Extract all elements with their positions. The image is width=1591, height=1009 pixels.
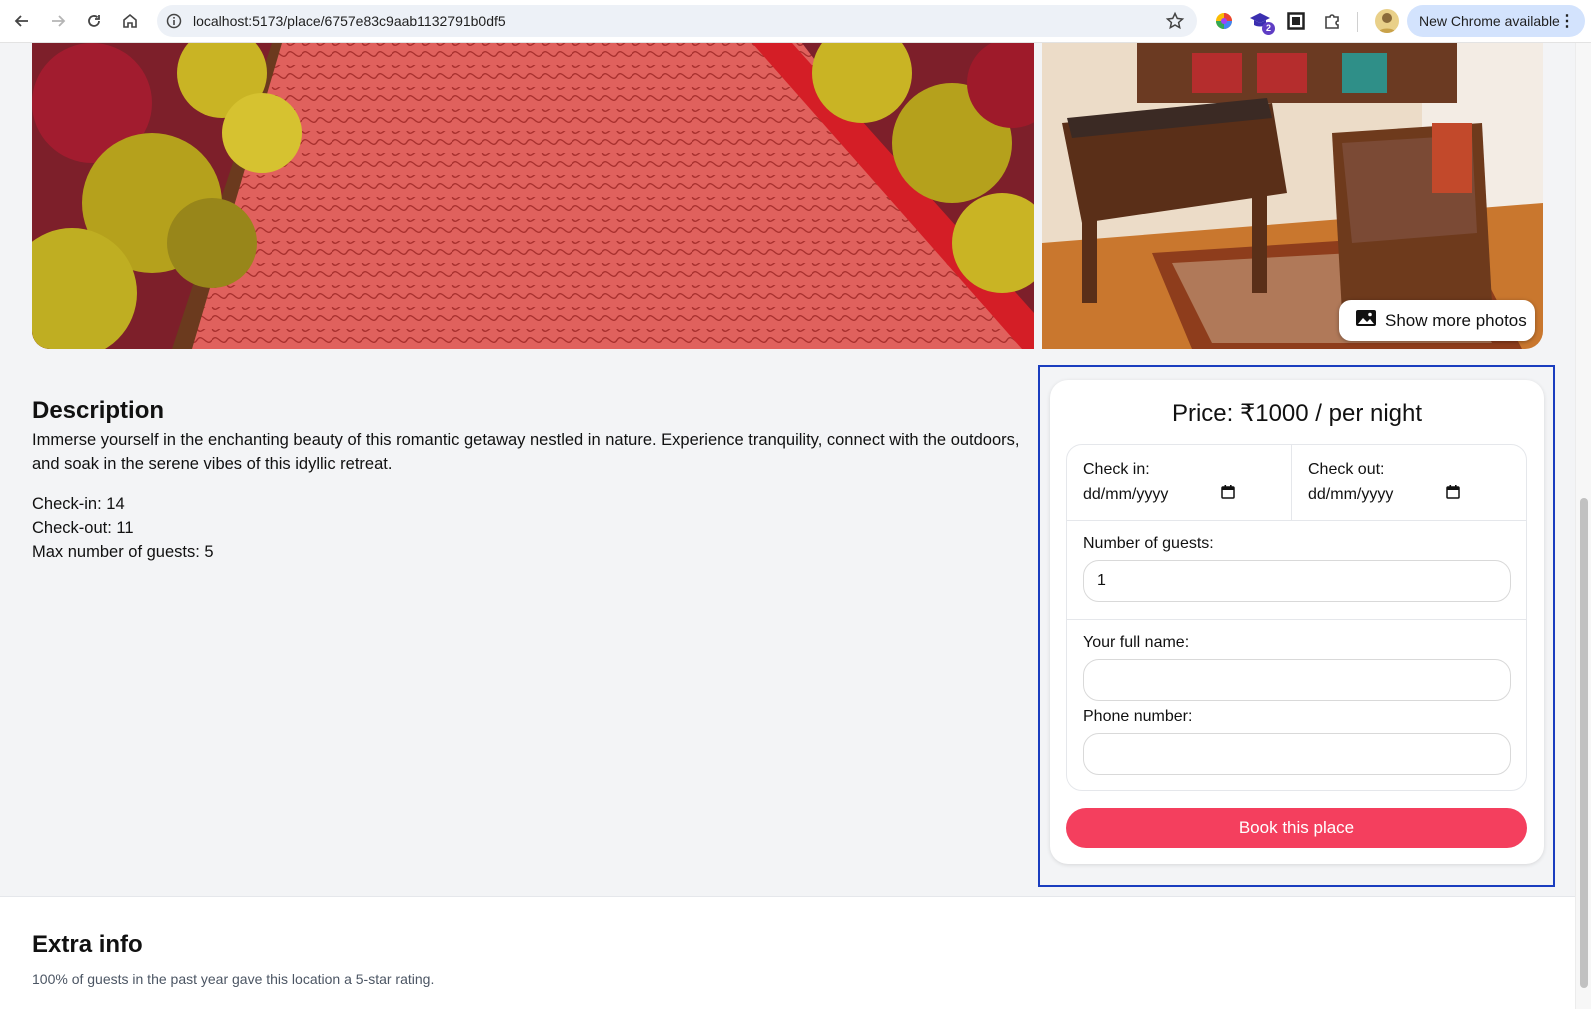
price-per-night: Price: ₹1000 / per night	[1171, 400, 1423, 427]
guests-field: Number of guests: 1	[1083, 535, 1511, 602]
menu-dots-icon[interactable]: ⋮	[1559, 11, 1575, 31]
check-in-label: Check in:	[1083, 461, 1150, 478]
extra-info-section: Extra info 100% of guests in the past ye…	[0, 896, 1575, 1009]
extra-info-text: 100% of guests in the past year gave thi…	[32, 971, 435, 987]
check-out-placeholder: dd/mm/yyyy	[1308, 485, 1394, 503]
home-icon[interactable]	[117, 8, 143, 34]
forward-icon[interactable]	[45, 8, 71, 34]
show-more-photos-button[interactable]: Show more photos	[1339, 300, 1535, 341]
check-out-time: Check-out: 11	[32, 519, 134, 537]
full-name-input[interactable]	[1083, 659, 1511, 701]
new-chrome-available-button[interactable]: New Chrome available ⋮	[1407, 5, 1585, 37]
profile-avatar[interactable]	[1375, 9, 1399, 33]
booking-widget: Price: ₹1000 / per night Check in: dd/mm…	[1050, 380, 1544, 864]
check-out-label: Check out:	[1308, 461, 1385, 478]
screenshot-extension-icon[interactable]	[1285, 10, 1307, 32]
show-more-label: Show more photos	[1385, 310, 1527, 330]
bookmark-star-icon[interactable]	[1165, 11, 1185, 31]
page-scrollbar[interactable]	[1575, 43, 1591, 1009]
image-icon	[1355, 309, 1377, 332]
guests-input[interactable]: 1	[1083, 560, 1511, 602]
extra-info-heading: Extra info	[32, 931, 143, 958]
max-guests: Max number of guests: 5	[32, 543, 214, 561]
site-info-icon[interactable]	[165, 12, 183, 30]
graduation-cap-extension-icon[interactable]: 2	[1249, 10, 1275, 35]
place-facts: Check-in: 14 Check-out: 11 Max number of…	[32, 492, 214, 564]
book-this-place-button[interactable]: Book this place	[1066, 808, 1527, 848]
reload-icon[interactable]	[81, 8, 107, 34]
calendar-icon[interactable]	[1446, 485, 1460, 504]
check-in-field: Check in: dd/mm/yyyy	[1067, 445, 1292, 520]
description-text: Immerse yourself in the enchanting beaut…	[32, 431, 1020, 473]
address-bar[interactable]: localhost:5173/place/6757e83c9aab1132791…	[157, 5, 1197, 37]
full-name-label: Your full name:	[1083, 634, 1190, 651]
phone-field: Phone number:	[1083, 708, 1511, 775]
check-in-time: Check-in: 14	[32, 495, 125, 513]
check-in-date-input[interactable]: dd/mm/yyyy	[1083, 485, 1235, 504]
booking-form: Check in: dd/mm/yyyy Check out: dd/mm/yy…	[1066, 444, 1527, 791]
guests-label: Number of guests:	[1083, 535, 1214, 552]
update-label: New Chrome available	[1419, 13, 1560, 29]
url-text: localhost:5173/place/6757e83c9aab1132791…	[193, 13, 506, 29]
back-icon[interactable]	[9, 8, 35, 34]
toolbar-divider	[1357, 12, 1358, 32]
description-heading: Description	[32, 397, 165, 424]
phone-label: Phone number:	[1083, 708, 1193, 725]
check-out-field: Check out: dd/mm/yyyy	[1292, 445, 1527, 520]
color-wheel-extension-icon[interactable]	[1213, 10, 1235, 32]
phone-input[interactable]	[1083, 733, 1511, 775]
form-divider	[1067, 619, 1526, 620]
full-name-field: Your full name:	[1083, 634, 1511, 701]
browser-toolbar: localhost:5173/place/6757e83c9aab1132791…	[0, 0, 1591, 43]
extensions-puzzle-icon[interactable]	[1321, 10, 1343, 32]
scrollbar-thumb[interactable]	[1580, 498, 1588, 988]
form-divider	[1067, 520, 1526, 521]
calendar-icon[interactable]	[1221, 485, 1235, 504]
extension-badge: 2	[1262, 22, 1275, 35]
check-in-placeholder: dd/mm/yyyy	[1083, 485, 1169, 503]
main-photo[interactable]	[32, 43, 1034, 349]
check-out-date-input[interactable]: dd/mm/yyyy	[1308, 485, 1460, 504]
